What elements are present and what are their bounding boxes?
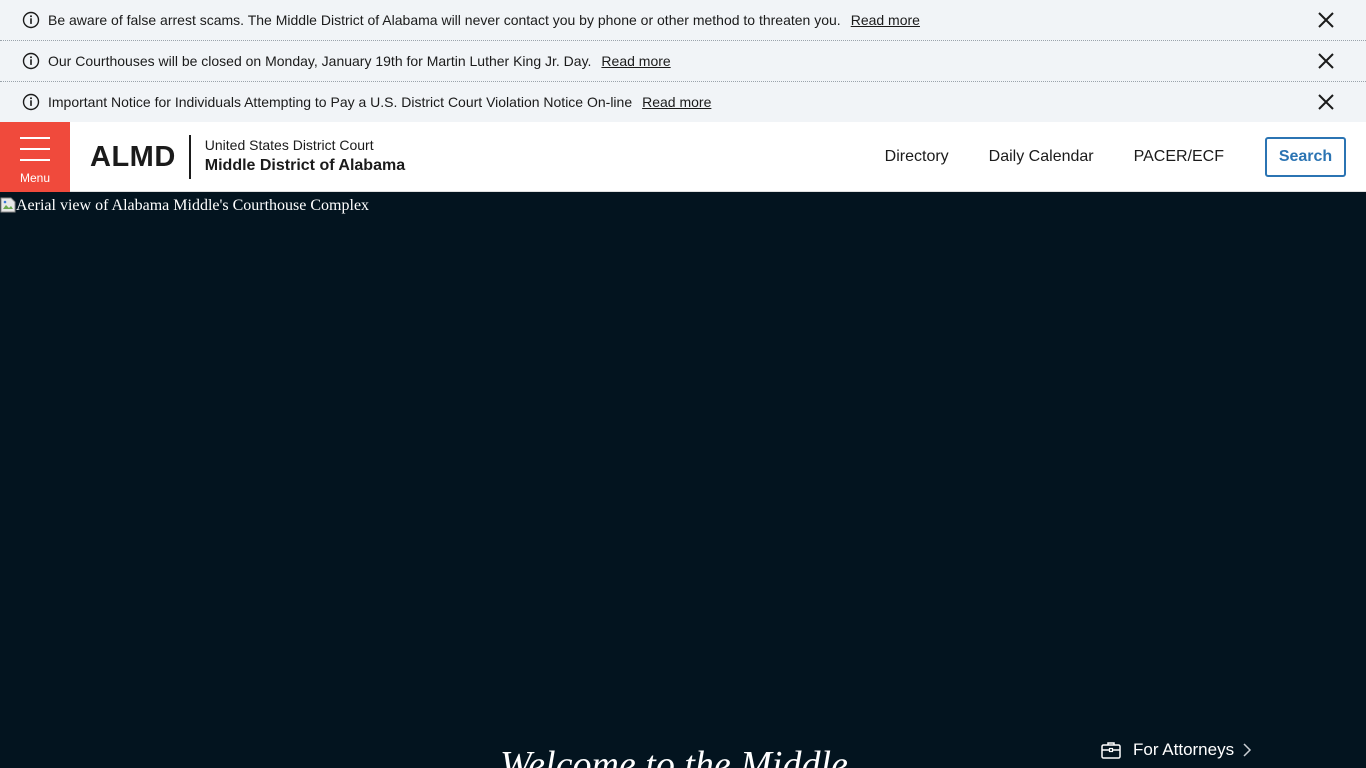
alert-banner-scam: Be aware of false arrest scams. The Midd… [0,0,1366,41]
alert-banners: Be aware of false arrest scams. The Midd… [0,0,1366,122]
read-more-link[interactable]: Read more [642,94,711,110]
chevron-right-icon [1243,743,1252,757]
logo-abbreviation: ALMD [90,134,191,179]
close-icon[interactable] [1316,92,1336,112]
hero-section: Aerial view of Alabama Middle's Courthou… [0,192,1366,768]
for-attorneys-label: For Attorneys [1133,740,1235,759]
site-logo[interactable]: ALMD United States District Court Middle… [90,122,405,192]
welcome-heading: Welcome to the Middle [500,744,848,768]
site-header: Menu ALMD United States District Court M… [0,121,1366,192]
for-attorneys-link[interactable]: For Attorneys [1101,740,1252,760]
hero-image-alt-text: Aerial view of Alabama Middle's Courthou… [16,197,370,214]
broken-image-icon [0,197,16,213]
close-icon[interactable] [1316,51,1336,71]
nav-directory[interactable]: Directory [885,148,949,166]
read-more-link[interactable]: Read more [851,12,920,28]
court-name-line2: Middle District of Alabama [204,156,406,174]
menu-label: Menu [19,170,51,185]
nav-pacer-ecf[interactable]: PACER/ECF [1134,148,1224,166]
info-icon [22,11,40,29]
court-name: United States District Court Middle Dist… [205,136,405,178]
alert-banner-violation-notice: Important Notice for Individuals Attempt… [0,82,1366,122]
hamburger-icon [20,136,50,161]
nav-daily-calendar[interactable]: Daily Calendar [989,148,1094,166]
info-icon [22,93,40,111]
close-icon[interactable] [1316,10,1336,30]
hero-image: Aerial view of Alabama Middle's Courthou… [0,197,369,215]
search-button[interactable]: Search [1265,137,1346,177]
alert-text: Be aware of false arrest scams. The Midd… [48,12,841,28]
briefcase-icon [1101,742,1121,759]
read-more-link[interactable]: Read more [601,53,670,69]
alert-text: Important Notice for Individuals Attempt… [48,94,633,110]
alert-banner-closure: Our Courthouses will be closed on Monday… [0,41,1366,82]
primary-nav: Directory Daily Calendar PACER/ECF Searc… [885,122,1346,192]
alert-text: Our Courthouses will be closed on Monday… [48,53,592,69]
menu-button[interactable]: Menu [0,121,70,192]
info-icon [22,52,40,70]
court-name-line1: United States District Court [204,136,374,153]
